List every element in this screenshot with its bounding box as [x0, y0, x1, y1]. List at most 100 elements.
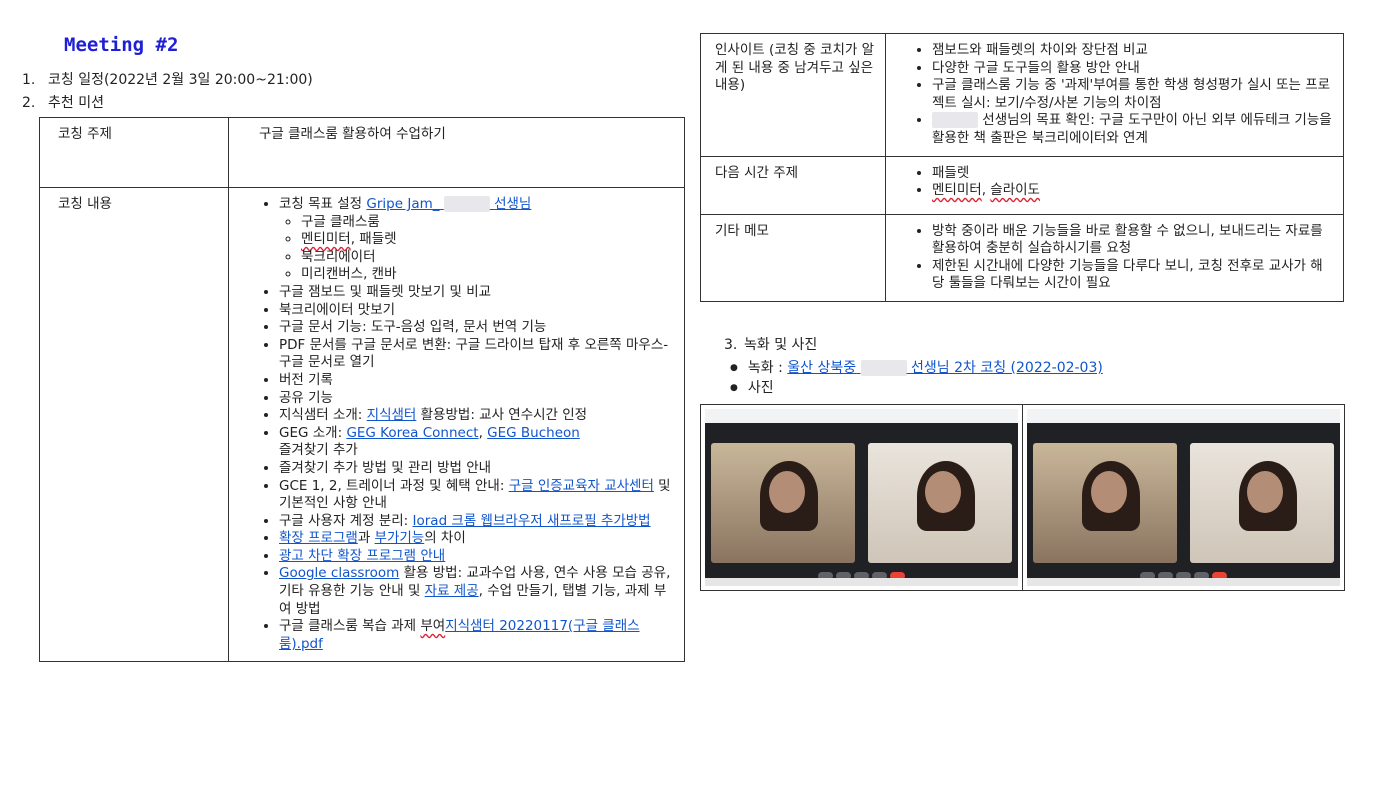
section-heading: 3. 녹화 및 사진: [724, 334, 1344, 354]
video-tile: [711, 442, 856, 563]
sub-item: 구글 클래스룸: [301, 214, 674, 232]
photo-table: [700, 403, 1345, 591]
content-label: 코칭 내용: [39, 186, 229, 663]
goal-link[interactable]: Gripe Jam_ 선생님: [366, 196, 531, 212]
list-item: 즐겨찾기 추가 방법 및 관리 방법 안내: [279, 460, 674, 478]
list-item: 패들렛: [932, 165, 1333, 183]
photo-cell: [701, 404, 1023, 590]
list-item: 확장 프로그램과 부가기능의 차이: [279, 530, 674, 548]
memo-list: 방학 중이라 배운 기능들을 바로 활용할 수 없으니, 보내드리는 자료를 활…: [885, 213, 1344, 302]
browser-bar: [705, 408, 1018, 423]
browser-bar: [1027, 408, 1340, 423]
meeting-screenshot: [1027, 408, 1340, 586]
taskbar: [1027, 577, 1340, 586]
section-recording: 3. 녹화 및 사진 녹화 : 울산 상북중 선생님 2차 코칭 (2022-02…: [724, 334, 1344, 398]
text: 과: [357, 530, 375, 547]
list-item: 구글 문서 기능: 도구-음성 입력, 문서 번역 기능: [279, 319, 674, 337]
list-item: 멘티미터, 슬라이도: [932, 182, 1333, 200]
link-geg-korea[interactable]: GEG Korea Connect: [346, 425, 478, 441]
memo-label: 기타 메모: [700, 213, 886, 302]
photo-cell: [1023, 405, 1344, 590]
misspelled-word: 멘티미터: [932, 182, 982, 199]
left-column: Meeting #2 1. 코칭 일정(2022년 2월 3일 20:00~21:…: [22, 34, 687, 663]
next-topic-list: 패들렛 멘티미터, 슬라이도: [885, 155, 1344, 215]
video-tile: [1189, 442, 1334, 563]
goal-prefix: 코칭 목표 설정: [279, 196, 367, 212]
list-item: GCE 1, 2, 트레이너 과정 및 혜택 안내: 구글 인증교육자 교사센터…: [279, 478, 674, 513]
text: 구글 클래스룸 복습 과제: [279, 618, 421, 635]
text: 지식샘터 소개:: [279, 407, 367, 424]
link-geg-bucheon[interactable]: GEG Bucheon: [487, 425, 580, 441]
taskbar: [705, 577, 1018, 586]
section-text: 추천 미션: [48, 95, 104, 111]
sub-item: 멘티미터, 패들렛: [301, 231, 674, 249]
recording-link[interactable]: 울산 상북중 선생님 2차 코칭 (2022-02-03): [787, 359, 1103, 376]
list-item: 광고 차단 확장 프로그램 안내: [279, 548, 674, 566]
section-number: 2.: [22, 95, 36, 111]
text: 즐겨찾기 추가: [279, 442, 358, 459]
list-item: 잼보드와 패들렛의 차이와 장단점 비교: [932, 42, 1333, 60]
section-number: 1.: [22, 72, 36, 88]
sub-item-text: , 패들렛: [350, 231, 397, 248]
list-item: 제한된 시간내에 다양한 기능들을 다루다 보니, 코칭 전후로 교사가 해당 …: [932, 258, 1333, 293]
link-materials[interactable]: 자료 제공: [425, 583, 479, 599]
next-topic-label: 다음 시간 주제: [700, 155, 886, 215]
text: ,: [981, 182, 991, 199]
redacted-name: [932, 112, 978, 129]
text: 구글 사용자 계정 분리:: [279, 512, 413, 529]
link-adblock[interactable]: 광고 차단 확장 프로그램 안내: [279, 548, 445, 564]
list-item: 코칭 목표 설정 Gripe Jam_ 선생님 구글 클래스룸 멘티미터, 패들…: [279, 196, 674, 284]
misspelled-word: 부여: [420, 618, 446, 635]
recording-item: 녹화 : 울산 상북중 선생님 2차 코칭 (2022-02-03): [730, 358, 1344, 378]
recording-link-a[interactable]: 울산 상북중: [787, 360, 856, 376]
text: 활용방법: 교사 연수시간 인정: [416, 407, 588, 424]
list-item: 선생님의 목표 확인: 구글 도구만이 아닌 외부 에듀테크 기능을 활용한 책…: [932, 112, 1333, 147]
person-face-blurred: [1090, 470, 1127, 513]
sub-item: 북크리에이터: [301, 249, 674, 267]
list-item: Google classroom 활용 방법: 교과수업 사용, 연수 사용 모…: [279, 565, 674, 618]
person-face-blurred: [768, 470, 805, 513]
section-text: 녹화 및 사진: [744, 336, 818, 353]
text: 녹화 :: [747, 359, 788, 376]
misspelled-word: 멘티미터: [301, 231, 351, 248]
list-item: 구글 클래스룸 복습 과제 부여지식샘터 20220117(구글 클래스룸).p…: [279, 618, 674, 653]
misspelled-word: 슬라이도: [990, 182, 1040, 199]
text: GCE 1, 2, 트레이너 과정 및 혜택 안내:: [279, 477, 509, 494]
section-schedule: 1. 코칭 일정(2022년 2월 3일 20:00~21:00): [22, 70, 687, 90]
list-item: 버전 기록: [279, 372, 674, 390]
list-item: 구글 잼보드 및 패들렛 맛보기 및 비교: [279, 284, 674, 302]
right-column: 인사이트 (코칭 중 코치가 알게 된 내용 중 남겨두고 싶은 내용) 잼보드…: [700, 33, 1345, 591]
page-title: Meeting #2: [64, 34, 179, 56]
list-item: 북크리에이터 맛보기: [279, 302, 674, 320]
redacted-name: [860, 359, 907, 376]
link-google-classroom[interactable]: Google classroom: [279, 565, 399, 581]
section-text: 코칭 일정(2022년 2월 3일 20:00~21:00): [48, 72, 313, 88]
topic-label: 코칭 주제: [39, 117, 229, 188]
insight-list: 잼보드와 패들렛의 차이와 장단점 비교 다양한 구글 도구들의 활용 방안 안…: [885, 33, 1344, 157]
list-item: PDF 문서를 구글 문서로 변환: 구글 드라이브 탑재 후 오른쪽 마우스-…: [279, 337, 674, 372]
section-mission: 2. 추천 미션: [22, 93, 687, 113]
sub-item: 미리캔버스, 캔바: [301, 266, 674, 284]
section-number: 3.: [724, 336, 738, 353]
redacted-name: [443, 196, 490, 212]
text: 의 차이: [424, 530, 466, 547]
list-item: 공유 기능: [279, 390, 674, 408]
link-addons[interactable]: 부가기능: [375, 530, 425, 546]
video-tile: [867, 442, 1012, 563]
list-item: GEG 소개: GEG Korea Connect, GEG Bucheon 즐겨…: [279, 425, 674, 460]
insight-label: 인사이트 (코칭 중 코치가 알게 된 내용 중 남겨두고 싶은 내용): [700, 33, 886, 157]
link-certified-educator[interactable]: 구글 인증교육자 교사센터: [509, 478, 654, 494]
topic-value: 구글 클래스룸 활용하여 수업하기: [228, 117, 685, 188]
goal-link-a[interactable]: Gripe Jam_: [366, 196, 439, 212]
coaching-table: 코칭 주제 구글 클래스룸 활용하여 수업하기 코칭 내용 코칭 목표 설정 G…: [39, 117, 685, 663]
photo-item: 사진: [730, 378, 1344, 398]
meeting-screenshot: [705, 408, 1018, 586]
recording-link-b[interactable]: 선생님 2차 코칭 (2022-02-03): [911, 360, 1103, 376]
insight-table: 인사이트 (코칭 중 코치가 알게 된 내용 중 남겨두고 싶은 내용) 잼보드…: [700, 33, 1344, 302]
text: GEG 소개:: [279, 424, 347, 441]
text: 선생님의 목표 확인: 구글 도구만이 아닌 외부 에듀테크 기능을 활용한 책…: [932, 112, 1332, 146]
link-jisik-samteo[interactable]: 지식샘터: [367, 407, 417, 423]
link-extensions[interactable]: 확장 프로그램: [279, 530, 358, 546]
link-iorad-profile[interactable]: Iorad 크롬 웹브라우저 새프로필 추가방법: [413, 513, 651, 529]
goal-link-b[interactable]: 선생님: [494, 196, 531, 212]
